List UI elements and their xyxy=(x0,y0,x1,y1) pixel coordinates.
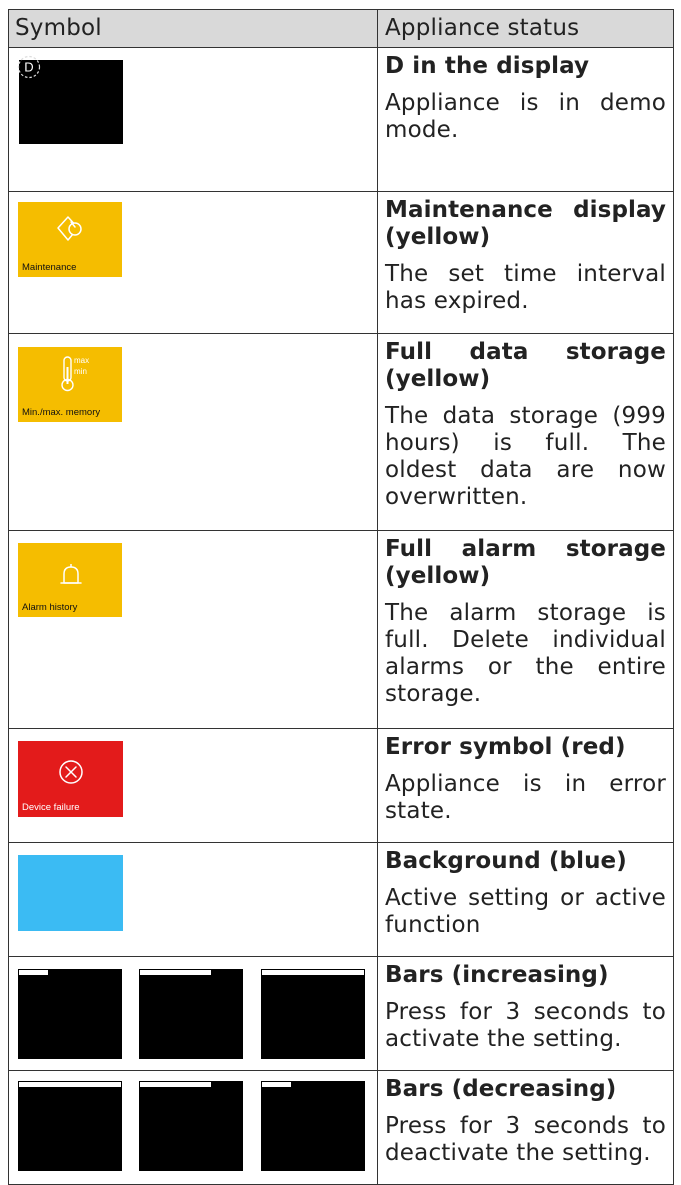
level-bar xyxy=(261,969,365,976)
display-panel: D xyxy=(17,55,123,144)
status-description: Press for 3 seconds to deactivate the se… xyxy=(385,1113,666,1166)
bar-panel-2 xyxy=(139,1081,243,1171)
display-panel: max min Min./max. memory xyxy=(18,347,122,422)
table-header-row: Symbol Appliance status xyxy=(8,9,674,48)
status-description: The alarm storage is full. Delete indivi… xyxy=(385,600,666,707)
status-symbol-table: Symbol Appliance status D D in the displ… xyxy=(8,9,674,1185)
level-bar xyxy=(139,1081,212,1088)
display-panel: Device failure xyxy=(18,741,123,817)
status-description: The set time interval has expired. xyxy=(385,261,666,314)
table-row: Device failure Error symbol (red) Applia… xyxy=(8,728,674,843)
symbol-cell: D xyxy=(8,47,378,192)
status-description: The data storage (999 hours) is full. Th… xyxy=(385,403,666,510)
status-cell: D in the display Appliance is in demo mo… xyxy=(377,47,674,192)
panel-label: Device failure xyxy=(22,802,80,813)
symbol-cell: Maintenance xyxy=(8,191,378,334)
status-description: Press for 3 seconds to activate the sett… xyxy=(385,999,666,1052)
status-description: Appliance is in error state. xyxy=(385,771,666,824)
symbol-cell: max min Min./max. memory xyxy=(8,333,378,531)
header-symbol: Symbol xyxy=(8,9,378,48)
status-title: Full data storage (yellow) xyxy=(385,339,666,392)
status-title: Error symbol (red) xyxy=(385,734,626,760)
error-x-circle-icon xyxy=(59,760,83,784)
status-title: Background (blue) xyxy=(385,848,627,874)
symbol-cell: Device failure xyxy=(8,728,378,843)
status-cell: Background (blue) Active setting or acti… xyxy=(377,842,674,957)
status-cell: Bars (increasing) Press for 3 seconds to… xyxy=(377,956,674,1071)
table-row: Bars (increasing) Press for 3 seconds to… xyxy=(8,956,674,1071)
demo-d-icon: D xyxy=(17,55,41,79)
bar-panel-3 xyxy=(261,969,365,1059)
table-row: Background (blue) Active setting or acti… xyxy=(8,842,674,957)
status-cell: Bars (decreasing) Press for 3 seconds to… xyxy=(377,1070,674,1185)
status-title: Full alarm storage (yellow) xyxy=(385,536,666,589)
status-title: Bars (increasing) xyxy=(385,962,609,988)
table-row: Alarm history Full alarm storage (yellow… xyxy=(8,530,674,729)
level-bar xyxy=(261,1081,293,1088)
level-bar xyxy=(18,969,50,976)
svg-text:min: min xyxy=(74,367,87,376)
status-cell: Full alarm storage (yellow) The alarm st… xyxy=(377,530,674,729)
table-row: Bars (decreasing) Press for 3 seconds to… xyxy=(8,1070,674,1185)
maintenance-icon xyxy=(57,216,82,241)
status-title: Bars (decreasing) xyxy=(385,1076,617,1102)
display-panel: Maintenance xyxy=(18,202,122,277)
svg-text:max: max xyxy=(74,356,89,365)
symbol-cell xyxy=(8,956,378,1071)
status-cell: Full data storage (yellow) The data stor… xyxy=(377,333,674,531)
panel-label: Alarm history xyxy=(22,602,78,613)
header-appliance-status: Appliance status xyxy=(377,9,674,48)
status-description: Appliance is in demo mode. xyxy=(385,90,666,143)
table-row: Maintenance Maintenance display (yellow)… xyxy=(8,191,674,334)
status-title: Maintenance display (yellow) xyxy=(385,197,666,250)
panel-label: Min./max. memory xyxy=(22,407,101,418)
level-bar xyxy=(18,1081,122,1088)
table-row: D D in the display Appliance is in demo … xyxy=(8,47,674,192)
bar-panel-1 xyxy=(18,969,122,1059)
thermometer-icon: max min xyxy=(61,356,89,392)
bar-panel-2 xyxy=(139,969,243,1059)
table-row: max min Min./max. memory Full data stora… xyxy=(8,333,674,531)
symbol-cell xyxy=(8,1070,378,1185)
svg-text:D: D xyxy=(24,60,33,75)
status-cell: Error symbol (red) Appliance is in error… xyxy=(377,728,674,843)
status-title: D in the display xyxy=(385,53,590,79)
status-cell: Maintenance display (yellow) The set tim… xyxy=(377,191,674,334)
status-description: Active setting or active function xyxy=(385,885,666,938)
display-panel xyxy=(18,855,123,931)
symbol-cell xyxy=(8,842,378,957)
panel-label: Maintenance xyxy=(22,262,77,273)
bar-panel-3 xyxy=(261,1081,365,1171)
level-bar xyxy=(139,969,212,976)
symbol-cell: Alarm history xyxy=(8,530,378,729)
bar-panel-1 xyxy=(18,1081,122,1171)
display-panel: Alarm history xyxy=(18,543,122,617)
bell-icon xyxy=(60,564,82,584)
